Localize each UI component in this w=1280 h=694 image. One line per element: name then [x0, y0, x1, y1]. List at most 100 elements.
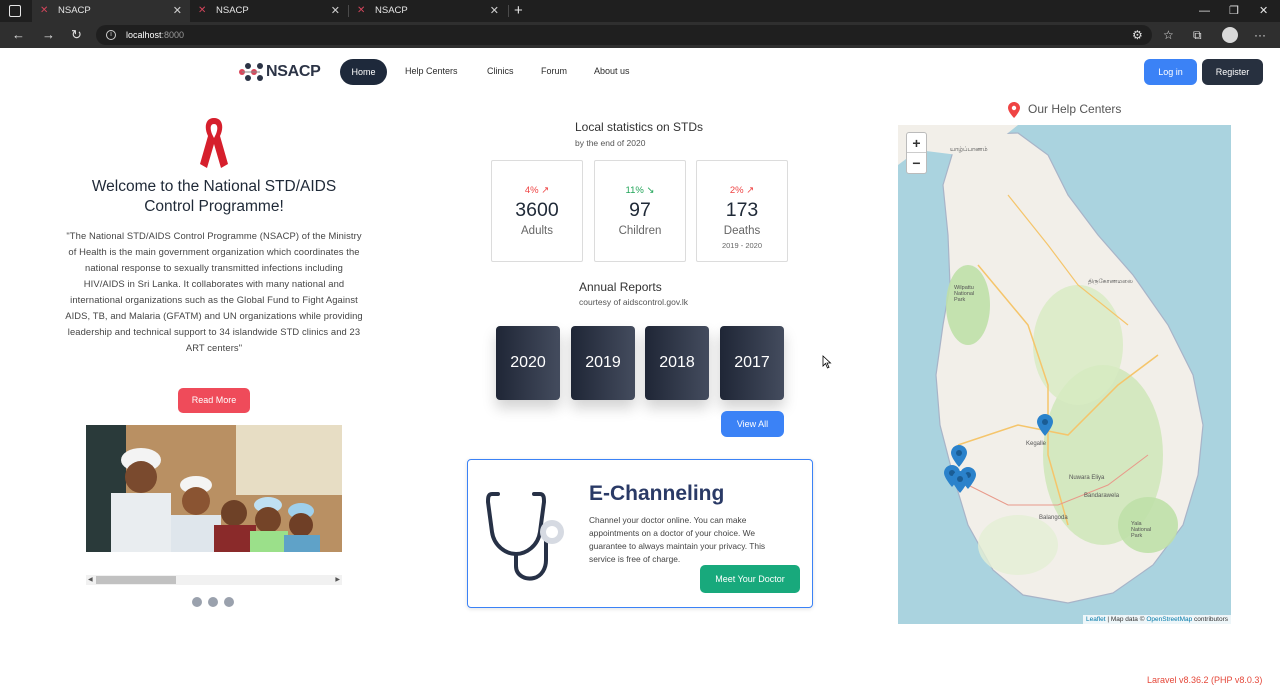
nav-help-centers[interactable]: Help Centers: [405, 66, 458, 76]
trend-up-icon: ↗: [743, 185, 755, 196]
stat-value: 97: [629, 199, 651, 221]
carousel-dot-1[interactable]: [192, 597, 202, 607]
trend-up-icon: ↗: [538, 185, 550, 196]
forward-arrow-icon[interactable]: →: [42, 26, 55, 44]
browser-tab-2[interactable]: ✕ NSACP ✕: [190, 0, 348, 22]
url-field[interactable]: i localhost:8000: [96, 25, 1152, 45]
more-menu-icon[interactable]: ···: [1254, 26, 1266, 44]
nav-about-us[interactable]: About us: [594, 66, 630, 76]
carousel-dot-3[interactable]: [224, 597, 234, 607]
trend-down-icon: ↘: [643, 185, 655, 196]
map-place-label: திருகோணமலை: [1088, 279, 1133, 285]
view-all-button[interactable]: View All: [721, 411, 784, 437]
stats-subtitle: by the end of 2020: [575, 138, 646, 148]
tab-separator: [508, 5, 509, 17]
map-place-label: Nuwara Eliya: [1069, 475, 1105, 481]
help-centers-heading: Our Help Centers: [1008, 102, 1122, 118]
welcome-title: Welcome to the National STD/AIDS Control…: [91, 178, 337, 215]
zoom-in-button[interactable]: +: [907, 133, 926, 153]
map-marker-icon[interactable]: [951, 445, 967, 467]
close-tab-icon[interactable]: ✕: [331, 0, 340, 22]
close-tab-icon[interactable]: ✕: [490, 0, 499, 22]
stat-value: 3600: [515, 199, 559, 221]
brand-name: NSACP: [266, 63, 321, 80]
map-marker-icon[interactable]: [952, 471, 968, 493]
reload-icon[interactable]: ↻: [71, 26, 82, 44]
nsacp-logo-icon: [239, 63, 263, 81]
stat-change: 11% ↘: [625, 185, 655, 196]
close-window-icon[interactable]: ✕: [1259, 0, 1268, 22]
sri-lanka-map: [898, 125, 1204, 604]
map-place-label: Kegalle: [1026, 441, 1047, 447]
close-tab-icon[interactable]: ✕: [173, 0, 182, 22]
report-card-2020[interactable]: 2020: [496, 326, 560, 400]
stat-card-deaths: 2% ↗ 173 Deaths 2019 - 2020: [696, 160, 788, 262]
report-card-2018[interactable]: 2018: [645, 326, 709, 400]
map-place-label: Balangoda: [1039, 515, 1068, 521]
awareness-ribbon-icon: [200, 118, 228, 168]
stat-card-children: 11% ↘ 97 Children: [594, 160, 686, 262]
reports-title: Annual Reports: [579, 280, 662, 294]
browser-address-bar: ← → ↻ i localhost:8000 ⚙ ☆ ⧉ ···: [0, 22, 1280, 48]
window-menu-icon[interactable]: [9, 5, 21, 17]
browser-tab-3[interactable]: ✕ NSACP ✕: [349, 0, 507, 22]
stat-change: 4% ↗: [524, 185, 550, 196]
nurses-photo: [86, 425, 342, 552]
browser-tab-1[interactable]: ✕ NSACP ✕: [32, 0, 190, 22]
profile-avatar[interactable]: [1222, 27, 1238, 43]
scroll-right-icon[interactable]: ▶: [335, 575, 340, 585]
register-button[interactable]: Register: [1202, 59, 1263, 85]
help-centers-map[interactable]: யாழ்ப்பாணம் Wilpattu National Park திருக…: [898, 125, 1231, 624]
location-pin-icon: [1008, 102, 1020, 118]
mouse-cursor-icon: [822, 355, 832, 369]
zoom-out-button[interactable]: −: [907, 153, 926, 173]
favorites-star-icon[interactable]: ☆: [1163, 26, 1174, 44]
stat-value: 173: [725, 199, 759, 221]
nav-home[interactable]: Home: [340, 59, 387, 85]
welcome-description: "The National STD/AIDS Control Programme…: [65, 230, 363, 353]
echanneling-card: E-Channeling Channel your doctor online.…: [467, 459, 813, 608]
stat-label: Adults: [521, 225, 553, 237]
stat-label: Children: [618, 225, 662, 237]
meet-your-doctor-button[interactable]: Meet Your Doctor: [700, 565, 800, 593]
stats-title: Local statistics on STDs: [575, 120, 704, 134]
nsacp-favicon-icon: ✕: [198, 5, 207, 16]
url-port: :8000: [161, 30, 185, 40]
stethoscope-icon: [486, 492, 564, 581]
restore-icon[interactable]: ❐: [1229, 0, 1239, 22]
carousel-scrollbar[interactable]: ◀ ▶: [86, 575, 342, 585]
map-place-label: யாழ்ப்பாணம்: [950, 147, 988, 153]
nav-forum[interactable]: Forum: [541, 66, 567, 76]
scroll-left-icon[interactable]: ◀: [88, 575, 93, 585]
nsacp-favicon-icon: ✕: [40, 5, 49, 16]
echanneling-title: E-Channeling: [589, 482, 725, 505]
stat-period: 2019 - 2020: [721, 241, 763, 250]
map-attribution: Leaflet | Map data © OpenStreetMap contr…: [1082, 615, 1231, 624]
stat-change: 2% ↗: [729, 185, 755, 196]
browser-tabbar: ✕ NSACP ✕ ✕ NSACP ✕ ✕ NSACP ✕ + — ❐ ✕: [0, 0, 1280, 22]
map-marker-icon[interactable]: [1037, 414, 1053, 436]
help-centers-title: Our Help Centers: [1028, 102, 1122, 116]
report-card-2019[interactable]: 2019: [571, 326, 635, 400]
framework-version: Laravel v8.36.2 (PHP v8.0.3): [1147, 675, 1263, 685]
scrollbar-thumb[interactable]: [96, 576, 176, 584]
new-tab-button[interactable]: +: [514, 0, 523, 21]
login-button[interactable]: Log in: [1144, 59, 1197, 85]
site-info-icon[interactable]: i: [106, 30, 116, 40]
tab-title: NSACP: [216, 5, 249, 16]
echanneling-description: Channel your doctor online. You can make…: [589, 515, 766, 564]
map-place-label: Wilpattu National Park: [954, 285, 975, 303]
map-place-label: Yala National Park: [1131, 521, 1152, 539]
report-card-2017[interactable]: 2017: [720, 326, 784, 400]
nav-clinics[interactable]: Clinics: [487, 66, 514, 76]
read-more-button[interactable]: Read More: [178, 388, 250, 413]
openstreetmap-link[interactable]: OpenStreetMap: [1146, 616, 1192, 623]
leaflet-link[interactable]: Leaflet: [1086, 616, 1106, 623]
back-arrow-icon[interactable]: ←: [12, 26, 25, 44]
carousel-dot-2[interactable]: [208, 597, 218, 607]
collections-icon[interactable]: ⧉: [1193, 26, 1202, 44]
map-place-label: Bandarawela: [1084, 493, 1120, 499]
map-zoom-control: + −: [906, 132, 927, 174]
site-permissions-icon[interactable]: ⚙: [1132, 26, 1143, 44]
minimize-icon[interactable]: —: [1199, 0, 1210, 22]
